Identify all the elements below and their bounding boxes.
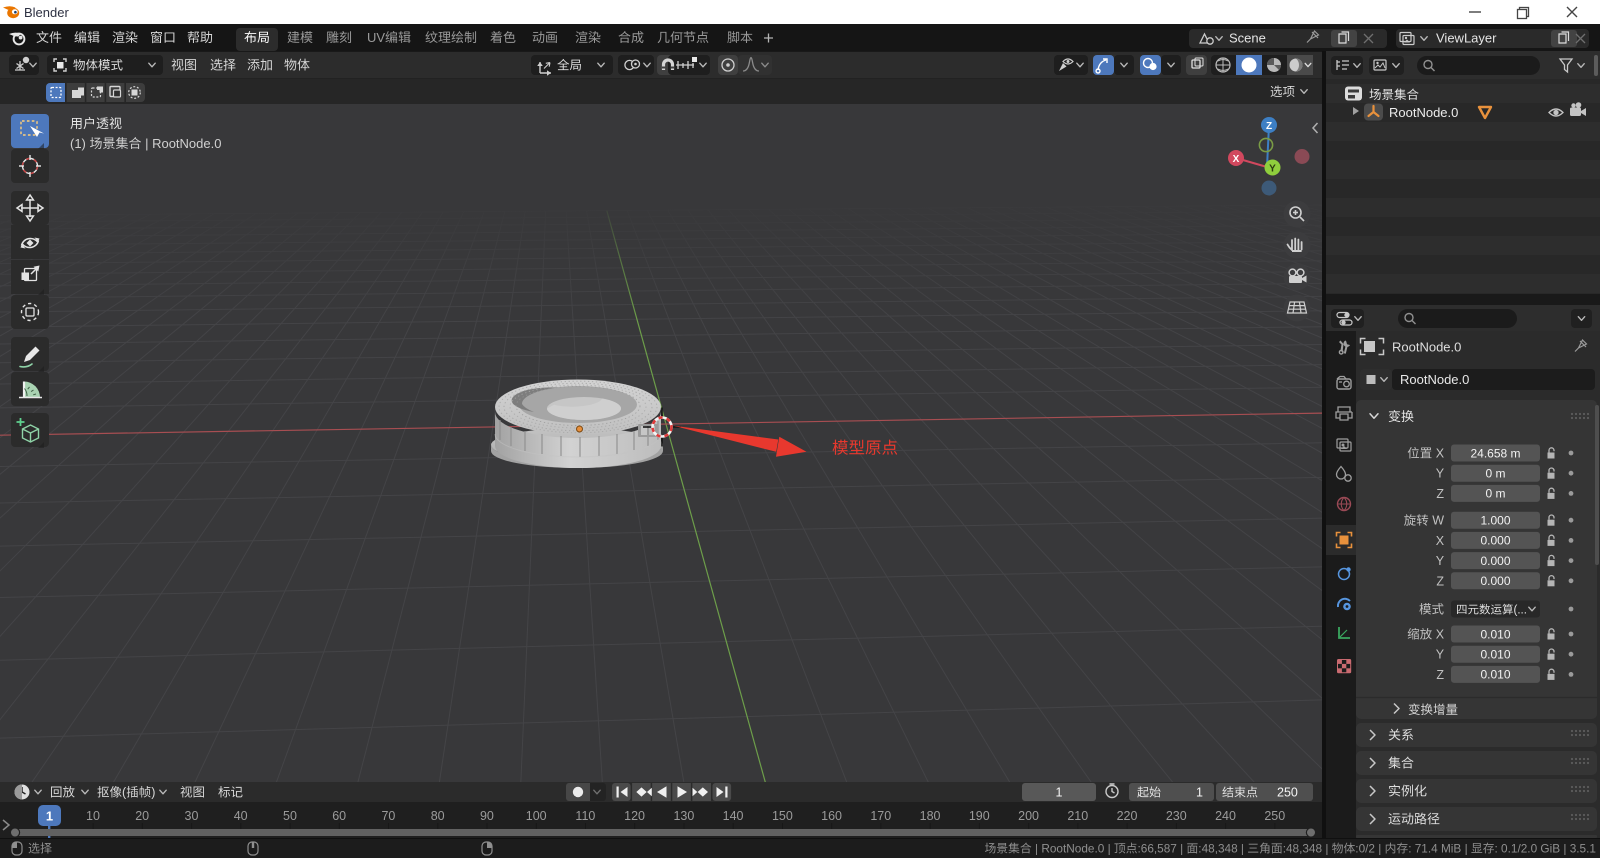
svg-text:(...: (... — [1514, 605, 1527, 617]
svg-text:| RootNode.0 |: | RootNode.0 | — [1035, 842, 1111, 856]
svg-text:110: 110 — [575, 809, 595, 823]
svg-text:160: 160 — [821, 809, 842, 823]
svg-text:80: 80 — [431, 809, 445, 823]
svg-text:0.010: 0.010 — [1481, 648, 1511, 662]
svg-text:100: 100 — [526, 809, 547, 823]
svg-text:90: 90 — [480, 809, 494, 823]
svg-text:): ) — [151, 786, 155, 800]
svg-text:Blender: Blender — [24, 5, 69, 20]
svg-text::66,587 |: :66,587 | — [1138, 842, 1184, 856]
svg-text:Y: Y — [1436, 554, 1445, 568]
svg-text:1: 1 — [1056, 786, 1063, 800]
svg-text:170: 170 — [870, 809, 891, 823]
svg-text:RootNode.0: RootNode.0 — [1389, 105, 1458, 120]
svg-text:60: 60 — [332, 809, 346, 823]
svg-text:24.658 m: 24.658 m — [1471, 446, 1521, 460]
svg-text:RootNode.0: RootNode.0 — [1392, 340, 1461, 355]
svg-text:1: 1 — [46, 809, 53, 824]
svg-text:UV: UV — [367, 30, 385, 45]
svg-text:ViewLayer: ViewLayer — [1436, 31, 1497, 46]
svg-text:0.000: 0.000 — [1481, 554, 1511, 568]
svg-text:X: X — [1233, 154, 1240, 165]
svg-text:X: X — [1436, 628, 1445, 642]
svg-text:200: 200 — [1018, 809, 1039, 823]
svg-text:70: 70 — [381, 809, 395, 823]
svg-text:0 m: 0 m — [1486, 487, 1506, 501]
svg-text:130: 130 — [673, 809, 694, 823]
svg-text:: 71.4 MiB |: : 71.4 MiB | — [1408, 842, 1467, 856]
svg-text:1.000: 1.000 — [1481, 514, 1511, 528]
svg-text:Z: Z — [1436, 574, 1444, 588]
svg-text:120: 120 — [624, 809, 645, 823]
svg-text:0.000: 0.000 — [1481, 574, 1511, 588]
svg-text:0.000: 0.000 — [1481, 534, 1511, 548]
svg-text::48,348 |: :48,348 | — [1198, 842, 1244, 856]
svg-text:20: 20 — [135, 809, 149, 823]
svg-text:220: 220 — [1117, 809, 1138, 823]
svg-text:Z: Z — [1266, 121, 1272, 132]
svg-text:190: 190 — [969, 809, 990, 823]
svg-text:| RootNode.0: | RootNode.0 — [145, 136, 221, 151]
svg-text:240: 240 — [1215, 809, 1236, 823]
svg-text::0/2 |: :0/2 | — [1355, 842, 1381, 856]
svg-text:250: 250 — [1264, 809, 1285, 823]
svg-text:X: X — [1436, 447, 1445, 461]
svg-text:Y: Y — [1436, 648, 1445, 662]
svg-text:X: X — [1436, 534, 1445, 548]
svg-text:Scene: Scene — [1229, 31, 1266, 46]
svg-text:: 0.1/2.0 GiB | 3.5.1: : 0.1/2.0 GiB | 3.5.1 — [1495, 842, 1596, 856]
svg-text:W: W — [1432, 514, 1444, 528]
svg-text:10: 10 — [86, 809, 100, 823]
svg-text:250: 250 — [1277, 786, 1298, 800]
svg-text:0.010: 0.010 — [1481, 627, 1511, 641]
svg-text:(1): (1) — [70, 136, 86, 151]
svg-text:30: 30 — [185, 809, 199, 823]
svg-text:RootNode.0: RootNode.0 — [1400, 372, 1469, 387]
svg-text:210: 210 — [1067, 809, 1088, 823]
svg-text:Y: Y — [1269, 164, 1276, 175]
svg-text:150: 150 — [772, 809, 793, 823]
svg-text::48,348 |: :48,348 | — [1283, 842, 1329, 856]
svg-text:230: 230 — [1166, 809, 1187, 823]
svg-text:140: 140 — [723, 809, 744, 823]
svg-text:1: 1 — [1196, 786, 1203, 800]
svg-text:50: 50 — [283, 809, 297, 823]
svg-text:Z: Z — [1436, 668, 1444, 682]
svg-text:0 m: 0 m — [1486, 467, 1506, 481]
svg-text:0.010: 0.010 — [1481, 668, 1511, 682]
svg-text:40: 40 — [234, 809, 248, 823]
svg-text:180: 180 — [920, 809, 941, 823]
svg-text:Y: Y — [1436, 467, 1445, 481]
svg-text:Z: Z — [1436, 487, 1444, 501]
